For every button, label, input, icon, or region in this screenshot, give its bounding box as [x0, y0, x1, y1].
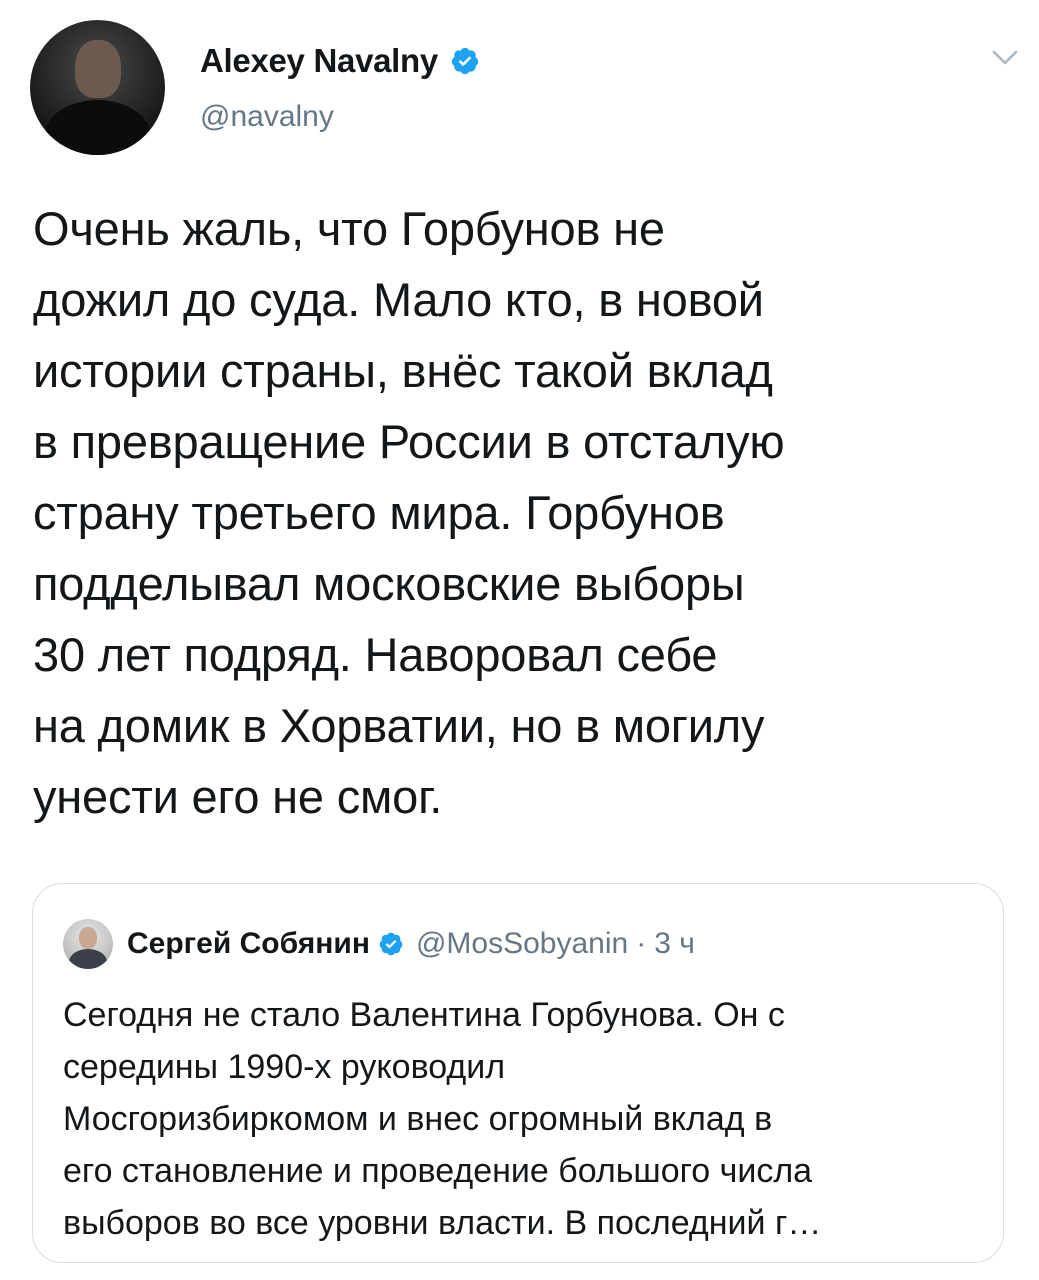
quoted-tweet-header: Сергей Собянин @MosSobyanin · 3 ч	[63, 919, 695, 969]
chevron-down-icon[interactable]	[990, 48, 1020, 68]
author-handle[interactable]: @navalny	[200, 100, 334, 134]
quoted-tweet-time: 3 ч	[654, 927, 695, 960]
author-display-name[interactable]: Alexey Navalny	[200, 42, 438, 80]
quoted-author-handle: @MosSobyanin	[415, 927, 629, 960]
quoted-avatar-face-shape	[79, 927, 97, 949]
avatar-body-shape	[45, 100, 150, 155]
avatar-face-shape	[75, 40, 121, 98]
tweet-header: Alexey Navalny @navalny	[30, 20, 1020, 160]
quoted-avatar-body-shape	[69, 949, 107, 969]
verified-badge-icon	[451, 47, 479, 75]
verified-badge-icon	[379, 932, 403, 956]
quoted-author-avatar	[63, 919, 113, 969]
tweet-text: Очень жаль, что Горбунов не дожил до суд…	[33, 202, 785, 823]
quoted-author-display-name: Сергей Собянин	[127, 927, 370, 960]
author-name-row: Alexey Navalny	[200, 42, 480, 80]
separator-dot: ·	[636, 927, 647, 960]
quoted-tweet-card[interactable]: Сергей Собянин @MosSobyanin · 3 ч Сегодн…	[32, 883, 1004, 1263]
author-avatar[interactable]	[30, 20, 165, 155]
quoted-tweet-text: Сегодня не стало Валентина Горбунова. Он…	[63, 996, 822, 1242]
